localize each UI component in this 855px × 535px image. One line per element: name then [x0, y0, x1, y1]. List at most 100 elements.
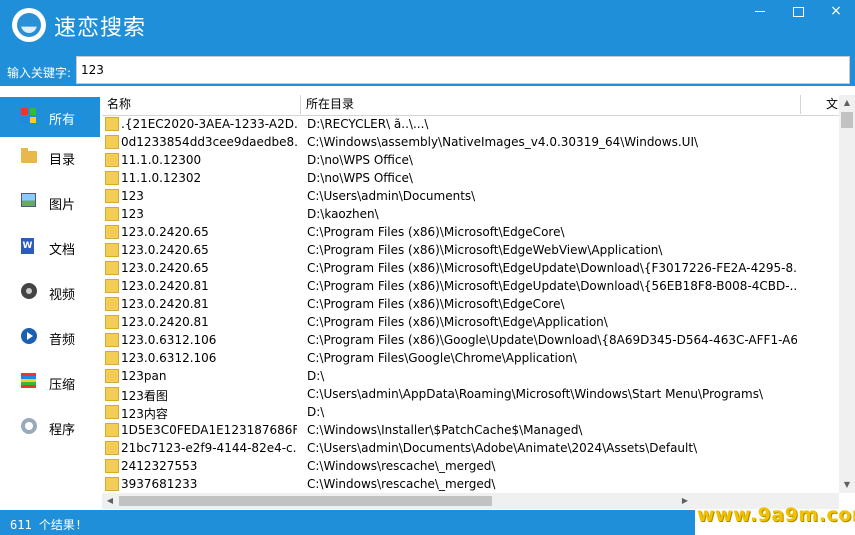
table-row[interactable]: 11.1.0.12300 D:\no\WPS Office\ — [102, 151, 839, 169]
file-name: 123.0.2420.65 — [121, 243, 209, 257]
file-directory: D:\kaozhen\ — [307, 207, 379, 221]
file-name: 11.1.0.12302 — [121, 171, 202, 185]
scroll-up-icon[interactable]: ▲ — [839, 95, 855, 111]
table-row[interactable]: 123.0.6312.106 C:\Program Files\Google\Ch… — [102, 349, 839, 367]
table-row[interactable]: 123.0.2420.65 C:\Program Files (x86)\Micr… — [102, 259, 839, 277]
program-icon — [21, 418, 38, 435]
sidebar-item-audio[interactable]: 音频 — [0, 317, 100, 357]
file-directory: C:\Program Files (x86)\Microsoft\Edge\Ap… — [307, 315, 608, 329]
file-directory: C:\Program Files (x86)\Google\Update\Dow… — [307, 333, 797, 347]
sidebar-item-label: 目录 — [49, 153, 76, 168]
table-row[interactable]: 123.0.2420.65 C:\Program Files (x86)\Micr… — [102, 223, 839, 241]
maximize-icon — [792, 7, 804, 17]
table-row[interactable]: 123.0.6312.106 C:\Program Files (x86)\Goo… — [102, 331, 839, 349]
sidebar-item-archives[interactable]: 压缩 — [0, 362, 100, 402]
archive-icon — [21, 373, 38, 390]
sidebar-item-video[interactable]: 视频 — [0, 272, 100, 312]
search-input[interactable] — [76, 56, 850, 84]
table-row[interactable]: 123pan D:\ — [102, 367, 839, 385]
file-directory: C:\Program Files (x86)\Microsoft\EdgeCor… — [307, 225, 565, 239]
file-directory: D:\no\WPS Office\ — [307, 153, 413, 167]
file-name: 2412327553 — [121, 459, 198, 473]
table-row[interactable]: 11.1.0.12302 D:\no\WPS Office\ — [102, 169, 839, 187]
folder-icon — [105, 441, 119, 455]
folder-icon — [105, 153, 119, 167]
sidebar-item-all[interactable]: 所有 — [0, 97, 100, 137]
table-row[interactable]: 123.0.2420.81 C:\Program Files (x86)\Micr… — [102, 313, 839, 331]
list-header: 名称 所在目录 文 — [102, 95, 839, 116]
watermark: www.9a9m.com — [695, 504, 855, 535]
scroll-down-icon[interactable]: ▼ — [839, 477, 855, 493]
table-row[interactable]: 123.0.2420.81 C:\Program Files (x86)\Micr… — [102, 277, 839, 295]
minimize-icon — [755, 11, 765, 12]
vertical-scrollbar[interactable]: ▲ ▼ — [839, 95, 855, 493]
column-header-name[interactable]: 名称 — [102, 95, 301, 114]
maximize-button[interactable] — [780, 0, 816, 24]
file-name: 123pan — [121, 369, 167, 383]
file-directory: D:\no\WPS Office\ — [307, 171, 413, 185]
folder-icon — [105, 279, 119, 293]
folder-icon — [105, 387, 119, 401]
horizontal-scroll-thumb[interactable] — [119, 496, 492, 506]
folder-icon — [105, 477, 119, 491]
sidebar-item-label: 图片 — [49, 198, 76, 213]
file-name: 123看图 — [121, 389, 168, 403]
close-button[interactable]: × — [818, 0, 854, 24]
minimize-button[interactable] — [742, 0, 778, 24]
file-name: 123.0.2420.81 — [121, 279, 209, 293]
table-row[interactable]: 123.0.2420.65 C:\Program Files (x86)\Micr… — [102, 241, 839, 259]
search-bar: 输入关键字: — [0, 56, 855, 86]
file-name: 123 — [121, 189, 144, 203]
table-row[interactable]: .{21EC2020-3AEA-1233-A2D... D:\RECYCLER\ … — [102, 115, 839, 133]
sidebar-item-label: 压缩 — [49, 378, 76, 393]
column-header-directory[interactable]: 所在目录 — [301, 95, 801, 114]
file-directory: C:\Program Files\Google\Chrome\Applicati… — [307, 351, 577, 365]
file-name: 123.0.6312.106 — [121, 351, 217, 365]
table-row[interactable]: 21bc7123-e2f9-4144-82e4-c... C:\Users\adm… — [102, 439, 839, 457]
table-row[interactable]: 1D5E3C0FEDA1E123187686F... C:\Windows\Ins… — [102, 421, 839, 439]
table-row[interactable]: 0d1233854dd3cee9daedbe8... C:\Windows\ass… — [102, 133, 839, 151]
file-name: 123.0.6312.106 — [121, 333, 217, 347]
sidebar-item-directory[interactable]: 目录 — [0, 137, 100, 177]
search-label: 输入关键字: — [7, 66, 72, 80]
table-row[interactable]: 123看图 C:\Users\admin\AppData\Roaming\Micr… — [102, 385, 839, 403]
watermark-text: www.9a9m.com — [697, 504, 855, 526]
sidebar-item-pictures[interactable]: 图片 — [0, 182, 100, 222]
folder-icon — [105, 189, 119, 203]
file-name: 0d1233854dd3cee9daedbe8... — [121, 135, 297, 149]
scroll-left-icon[interactable]: ◀ — [102, 493, 118, 509]
table-row[interactable]: 123内容 D:\ — [102, 403, 839, 421]
sidebar-item-programs[interactable]: 程序 — [0, 407, 100, 447]
audio-icon — [21, 328, 38, 345]
file-directory: D:\ — [307, 405, 325, 419]
file-name: 3937681233 — [121, 477, 198, 491]
table-row[interactable]: 123 C:\Users\admin\Documents\ — [102, 187, 839, 205]
folder-icon — [105, 405, 119, 419]
file-directory: C:\Windows\rescache\_merged\ — [307, 477, 496, 491]
vertical-scroll-thumb[interactable] — [841, 112, 853, 128]
table-row[interactable]: 2412327553 C:\Windows\rescache\_merged\ — [102, 457, 839, 475]
file-name: 123.0.2420.65 — [121, 261, 209, 275]
sidebar-item-documents[interactable]: W 文档 — [0, 227, 100, 267]
folder-icon — [105, 171, 119, 185]
scroll-right-icon[interactable]: ▶ — [677, 493, 693, 509]
folder-icon — [105, 423, 119, 437]
table-row[interactable]: 123.0.2420.81 C:\Program Files (x86)\Micr… — [102, 295, 839, 313]
folder-icon — [105, 261, 119, 275]
sidebar-item-label: 视频 — [49, 288, 76, 303]
folder-icon — [105, 225, 119, 239]
file-directory: C:\Users\admin\Documents\Adobe\Animate\2… — [307, 441, 698, 455]
table-row[interactable]: 123 D:\kaozhen\ — [102, 205, 839, 223]
sidebar-item-label: 音频 — [49, 333, 76, 348]
category-sidebar: 所有 目录 图片 W 文档 视频 音频 压缩 程序 — [0, 92, 100, 510]
file-directory: D:\ — [307, 369, 325, 383]
folder-icon — [105, 297, 119, 311]
file-directory: C:\Program Files (x86)\Microsoft\EdgeUpd… — [307, 261, 797, 275]
folder-icon — [21, 148, 38, 165]
all-grid-icon — [21, 108, 38, 125]
file-directory: C:\Program Files (x86)\Microsoft\EdgeUpd… — [307, 279, 797, 293]
file-name: 123.0.2420.81 — [121, 315, 209, 329]
table-row[interactable]: 3937681233 C:\Windows\rescache\_merged\ — [102, 475, 839, 493]
folder-icon — [105, 117, 119, 131]
file-name: 21bc7123-e2f9-4144-82e4-c... — [121, 441, 297, 455]
